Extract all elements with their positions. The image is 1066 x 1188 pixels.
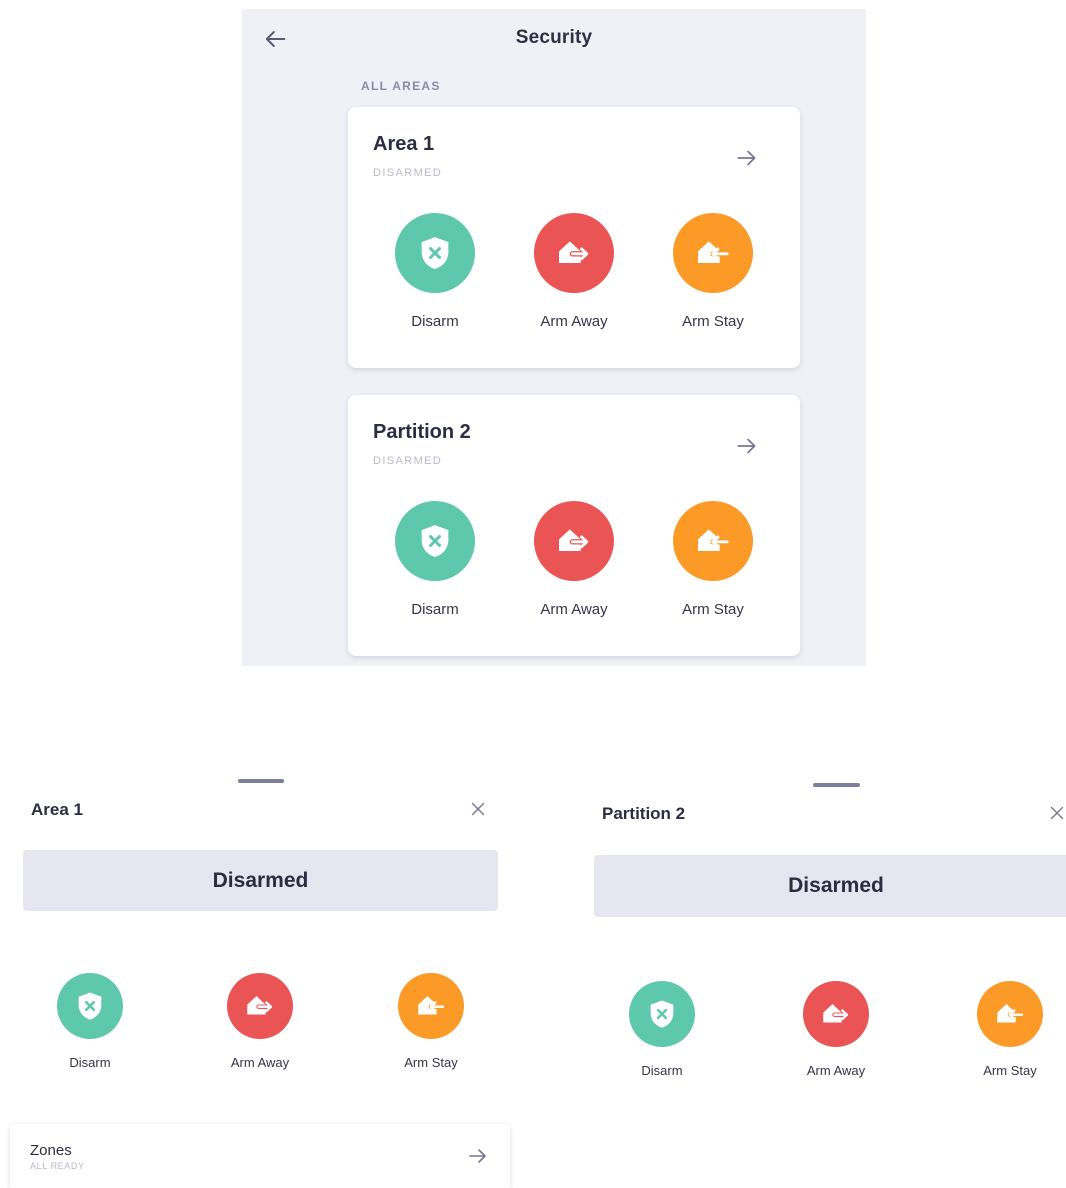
disarm-circle: [395, 501, 475, 581]
arrow-right-icon: [734, 433, 760, 459]
zones-arrow[interactable]: [466, 1144, 490, 1168]
arm-stay-circle: [673, 213, 753, 293]
status-banner: Disarmed: [594, 855, 1066, 917]
close-button[interactable]: [1046, 802, 1066, 824]
partition-card[interactable]: Partition 2 DISARMED Disarm Arm Away Arm…: [348, 395, 800, 656]
action-label: Arm Stay: [404, 1055, 458, 1070]
card-title: Area 1: [373, 133, 435, 155]
arm-stay-circle: [398, 973, 464, 1039]
page-title: Security: [515, 27, 593, 48]
action-label: Arm Away: [540, 601, 608, 618]
action-label: Arm Away: [806, 1063, 866, 1078]
arrow-right-icon: [466, 1144, 490, 1168]
disarm-circle: [395, 213, 475, 293]
arm-stay-circle: [977, 981, 1043, 1047]
action-label: Arm Stay: [682, 601, 744, 618]
close-button[interactable]: [467, 798, 489, 820]
action-label: Arm Away: [230, 1055, 290, 1070]
disarm-button[interactable]: Disarm: [380, 501, 490, 618]
open-area-button[interactable]: [734, 145, 760, 171]
home-exit-icon: [554, 521, 594, 561]
arm-away-circle: [534, 213, 614, 293]
arm-away-button[interactable]: Arm Away: [519, 213, 629, 330]
action-label: Arm Stay: [682, 313, 744, 330]
shield-x-icon: [73, 989, 107, 1023]
arm-stay-circle: [673, 501, 753, 581]
arm-away-circle: [803, 981, 869, 1047]
drag-handle[interactable]: [813, 783, 860, 787]
sheet-title: Area 1: [31, 800, 83, 819]
zones-title: Zones: [30, 1142, 72, 1159]
card-status: DISARMED: [373, 167, 443, 179]
action-label: Disarm: [411, 601, 459, 618]
arrow-right-icon: [734, 145, 760, 171]
partition-sheet: Partition 2 Disarmed Disarm Arm Away Arm…: [560, 768, 1066, 1108]
action-label: Disarm: [69, 1055, 111, 1070]
card-status: DISARMED: [373, 455, 443, 467]
disarm-circle: [57, 973, 123, 1039]
home-exit-icon: [819, 997, 853, 1031]
status-banner: Disarmed: [23, 850, 498, 911]
shield-x-icon: [415, 233, 455, 273]
zones-row[interactable]: Zones ALL READY: [10, 1124, 510, 1188]
arm-stay-button[interactable]: Arm Stay: [658, 501, 768, 618]
home-exit-icon: [554, 233, 594, 273]
close-icon: [467, 798, 489, 820]
section-label: ALL AREAS: [361, 79, 441, 93]
arm-away-circle: [534, 501, 614, 581]
home-enter-icon: [693, 521, 733, 561]
arm-stay-button[interactable]: Arm Stay: [376, 973, 486, 1070]
arm-stay-button[interactable]: Arm Stay: [658, 213, 768, 330]
arm-away-button[interactable]: Arm Away: [205, 973, 315, 1070]
open-partition-button[interactable]: [734, 433, 760, 459]
arm-stay-button[interactable]: Arm Stay: [955, 981, 1065, 1078]
shield-x-icon: [645, 997, 679, 1031]
arm-away-button[interactable]: Arm Away: [781, 981, 891, 1078]
disarm-button[interactable]: Disarm: [380, 213, 490, 330]
sheet-title: Partition 2: [602, 804, 686, 823]
disarm-button[interactable]: Disarm: [607, 981, 717, 1078]
zones-status: ALL READY: [30, 1161, 85, 1171]
card-title: Partition 2: [373, 421, 471, 443]
area-card[interactable]: Area 1 DISARMED Disarm Arm Away Arm Stay: [348, 107, 800, 368]
drag-handle[interactable]: [238, 779, 284, 783]
action-label: Arm Away: [540, 313, 608, 330]
arm-away-button[interactable]: Arm Away: [519, 501, 629, 618]
action-label: Disarm: [641, 1063, 683, 1078]
arm-away-circle: [227, 973, 293, 1039]
shield-x-icon: [415, 521, 455, 561]
close-icon: [1046, 802, 1066, 824]
action-label: Arm Stay: [983, 1063, 1037, 1078]
home-enter-icon: [993, 997, 1027, 1031]
disarm-circle: [629, 981, 695, 1047]
home-enter-icon: [693, 233, 733, 273]
action-label: Disarm: [411, 313, 459, 330]
security-screen: Security ALL AREAS Area 1 DISARMED Disar…: [242, 9, 866, 666]
disarm-button[interactable]: Disarm: [35, 973, 145, 1070]
home-exit-icon: [243, 989, 277, 1023]
home-enter-icon: [414, 989, 448, 1023]
